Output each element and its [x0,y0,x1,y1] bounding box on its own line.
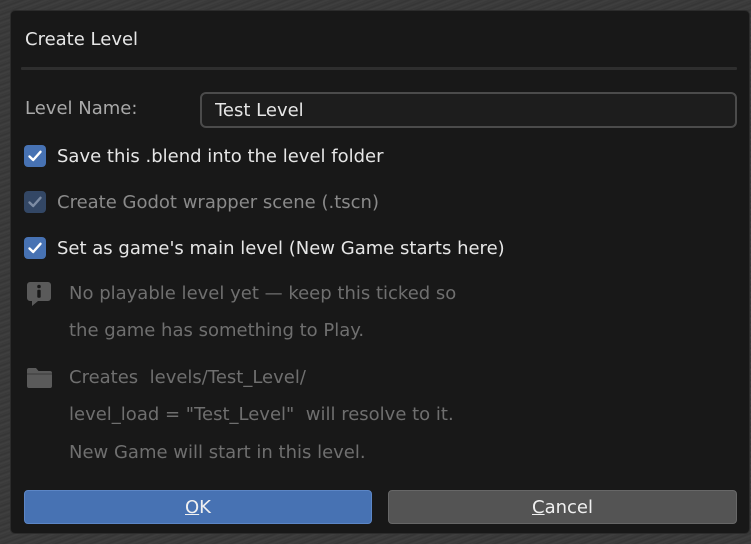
godot-wrapper-checkbox-row: Create Godot wrapper scene (.tscn) [24,189,379,215]
level-name-input[interactable] [200,92,737,128]
dialog-title: Create Level [25,29,139,50]
folder-note-line-1: Creates levels/Test_Level/ [69,367,306,388]
ok-button-label: K [199,496,211,518]
main-level-checkbox-row[interactable]: Set as game's main level (New Game start… [24,235,505,261]
cancel-button[interactable]: Cancel [388,490,737,524]
title-separator [21,67,737,70]
cancel-button-label: ancel [544,496,593,518]
godot-wrapper-label: Create Godot wrapper scene (.tscn) [57,191,379,213]
info-icon [27,282,51,306]
ok-button[interactable]: OK [24,490,372,524]
checkmark-icon [28,196,42,208]
info-note-line-1: No playable level yet — keep this ticked… [69,283,457,304]
folder-note-line-2: level_load = "Test_Level" will resolve t… [69,404,454,425]
checkmark-icon [28,150,42,162]
ok-button-mnemonic: O [185,496,200,518]
cancel-button-mnemonic: C [532,496,545,518]
folder-note-line-3: New Game will start in this level. [69,442,366,463]
save-blend-checkbox-row[interactable]: Save this .blend into the level folder [24,143,384,169]
level-name-label: Level Name: [25,98,138,119]
info-note-line-2: the game has something to Play. [69,320,365,341]
create-level-dialog: Create Level Level Name: Save this .blen… [10,10,750,534]
main-level-label: Set as game's main level (New Game start… [57,237,505,259]
main-level-checkbox[interactable] [24,237,46,259]
save-blend-label: Save this .blend into the level folder [57,145,384,167]
checkmark-icon [28,242,42,254]
save-blend-checkbox[interactable] [24,145,46,167]
folder-icon [27,368,52,388]
godot-wrapper-checkbox [24,191,46,213]
